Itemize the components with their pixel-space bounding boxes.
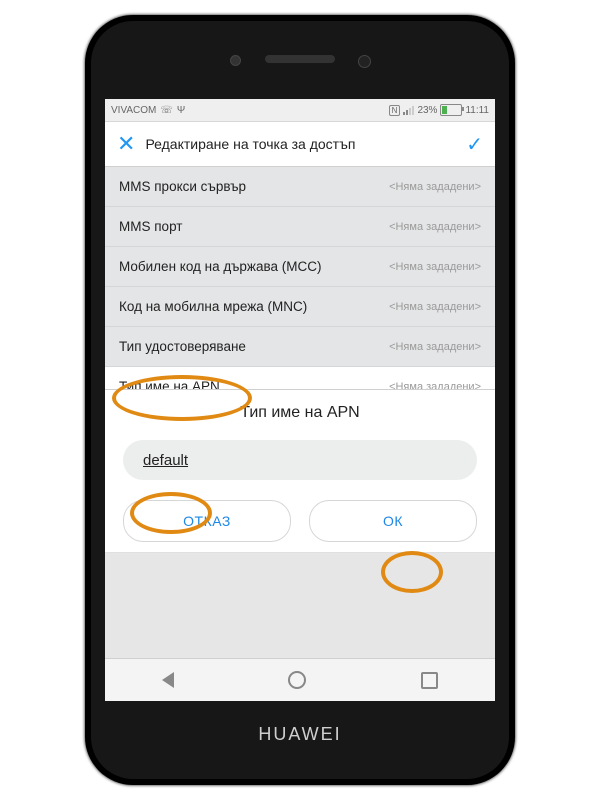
row-mms-proxy[interactable]: MMS прокси сървър <Няма зададени>: [105, 167, 495, 207]
nfc-icon: N: [389, 105, 401, 116]
page-header: ✕ Редактиране на точка за достъп ✓: [105, 122, 495, 167]
row-value: <Няма зададени>: [389, 341, 481, 353]
settings-list: MMS прокси сървър <Няма зададени> MMS по…: [105, 167, 495, 407]
confirm-icon[interactable]: ✓: [466, 132, 483, 157]
ok-button[interactable]: ОК: [309, 500, 477, 542]
screen: VIVACOM ☏ Ψ N 23% 11:11 ✕ Редакти: [105, 99, 495, 661]
status-bar: VIVACOM ☏ Ψ N 23% 11:11: [105, 99, 495, 122]
row-label: Тип удостоверяване: [119, 339, 246, 354]
close-icon[interactable]: ✕: [117, 133, 135, 155]
row-label: Мобилен код на държава (MCC): [119, 259, 321, 274]
home-icon[interactable]: [288, 671, 306, 689]
cancel-button[interactable]: ОТКАЗ: [123, 500, 291, 542]
row-label: Код на мобилна мрежа (MNC): [119, 299, 307, 314]
row-mms-port[interactable]: MMS порт <Няма зададени>: [105, 207, 495, 247]
page-title: Редактиране на точка за достъп: [145, 136, 456, 152]
row-auth-type[interactable]: Тип удостоверяване <Няма зададени>: [105, 327, 495, 367]
phone-frame: VIVACOM ☏ Ψ N 23% 11:11 ✕ Редакти: [85, 15, 515, 785]
earpiece-icon: [265, 55, 335, 63]
row-label: MMS прокси сървър: [119, 179, 246, 194]
phone-inner: VIVACOM ☏ Ψ N 23% 11:11 ✕ Редакти: [91, 21, 509, 779]
row-value: <Няма зададени>: [389, 181, 481, 193]
row-mnc[interactable]: Код на мобилна мрежа (MNC) <Няма зададен…: [105, 287, 495, 327]
dialog-actions: ОТКАЗ ОК: [105, 500, 495, 542]
back-icon[interactable]: [162, 672, 174, 688]
recent-icon[interactable]: [421, 672, 438, 689]
apn-type-input-wrap[interactable]: [123, 440, 477, 480]
proximity-sensor-icon: [230, 55, 241, 66]
row-value: <Няма зададени>: [389, 301, 481, 313]
battery-pct: 23%: [417, 105, 437, 116]
front-camera-icon: [358, 55, 371, 68]
usb-icon: Ψ: [177, 105, 185, 116]
brand-label: HUAWEI: [91, 724, 509, 745]
row-label: MMS порт: [119, 219, 182, 234]
signal-icon: [403, 105, 414, 115]
battery-icon: [440, 104, 462, 116]
clock-label: 11:11: [465, 105, 489, 116]
apn-type-input[interactable]: [141, 451, 459, 470]
row-value: <Няма зададени>: [389, 221, 481, 233]
dialog-title: Тип име на APN: [105, 390, 495, 440]
row-value: <Няма зададени>: [389, 261, 481, 273]
android-navbar: [105, 658, 495, 701]
carrier-label: VIVACOM: [111, 105, 156, 116]
row-mcc[interactable]: Мобилен код на държава (MCC) <Няма задад…: [105, 247, 495, 287]
dialog-overlay: Тип име на APN ОТКАЗ ОК: [105, 389, 495, 661]
apn-type-dialog: Тип име на APN ОТКАЗ ОК: [105, 389, 495, 553]
phone-state-icon: ☏: [160, 105, 173, 116]
